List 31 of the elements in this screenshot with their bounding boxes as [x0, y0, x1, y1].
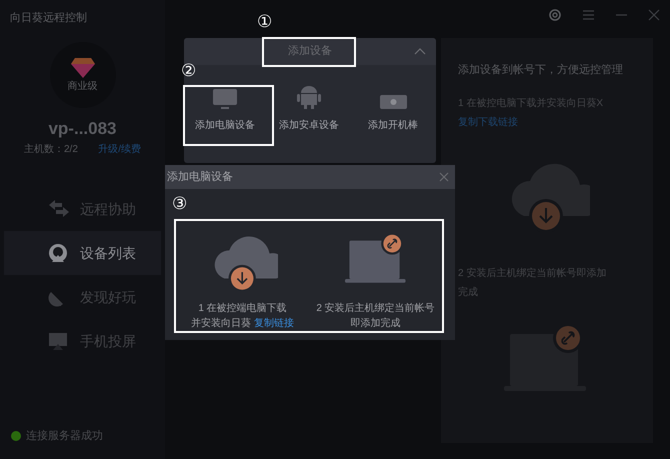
add-option[interactable]: 添加开机棒	[353, 85, 433, 141]
guide-title: 添加设备到帐号下，方便远控管理	[458, 62, 624, 78]
nav-item[interactable]: 设备列表	[4, 231, 161, 275]
close-icon[interactable]	[648, 9, 660, 21]
arrows-icon	[48, 199, 70, 219]
chevron-up-icon[interactable]	[414, 48, 426, 55]
add-option[interactable]: 添加安卓设备	[269, 85, 349, 141]
step-text: 1 在被控端电脑下载 并安装向日葵 复制链接	[191, 302, 294, 331]
step-number: ②	[181, 61, 196, 81]
copy-link[interactable]: 复制链接	[254, 318, 294, 329]
badge-label: 商业级	[68, 80, 98, 94]
menu-icon[interactable]	[582, 9, 595, 21]
close-icon[interactable]	[439, 172, 449, 182]
window-title: 向日葵远程控制	[9, 11, 88, 26]
laptop-link-drawing	[344, 233, 406, 283]
diamond-icon	[70, 56, 94, 78]
step-number: ③	[172, 194, 187, 214]
step-number: ①	[257, 12, 272, 32]
dialog-title: 添加电脑设备	[167, 170, 233, 185]
step-text: 2 安装后主机绑定当前帐号 即添加完成	[316, 302, 435, 331]
device-icon	[48, 243, 70, 263]
account-name: vp-...083	[47, 118, 118, 140]
monitor-icon	[213, 89, 237, 109]
settings-icon[interactable]	[548, 8, 562, 22]
boot-stick-icon	[380, 95, 406, 109]
status-text: 连接服务器成功	[26, 428, 103, 444]
add-option[interactable]: 添加电脑设备	[185, 85, 265, 141]
panel-title: 添加设备	[288, 44, 332, 60]
screen-cast-icon	[48, 331, 70, 351]
host-count: 主机数：2/2	[24, 142, 78, 157]
android-icon	[297, 85, 321, 109]
